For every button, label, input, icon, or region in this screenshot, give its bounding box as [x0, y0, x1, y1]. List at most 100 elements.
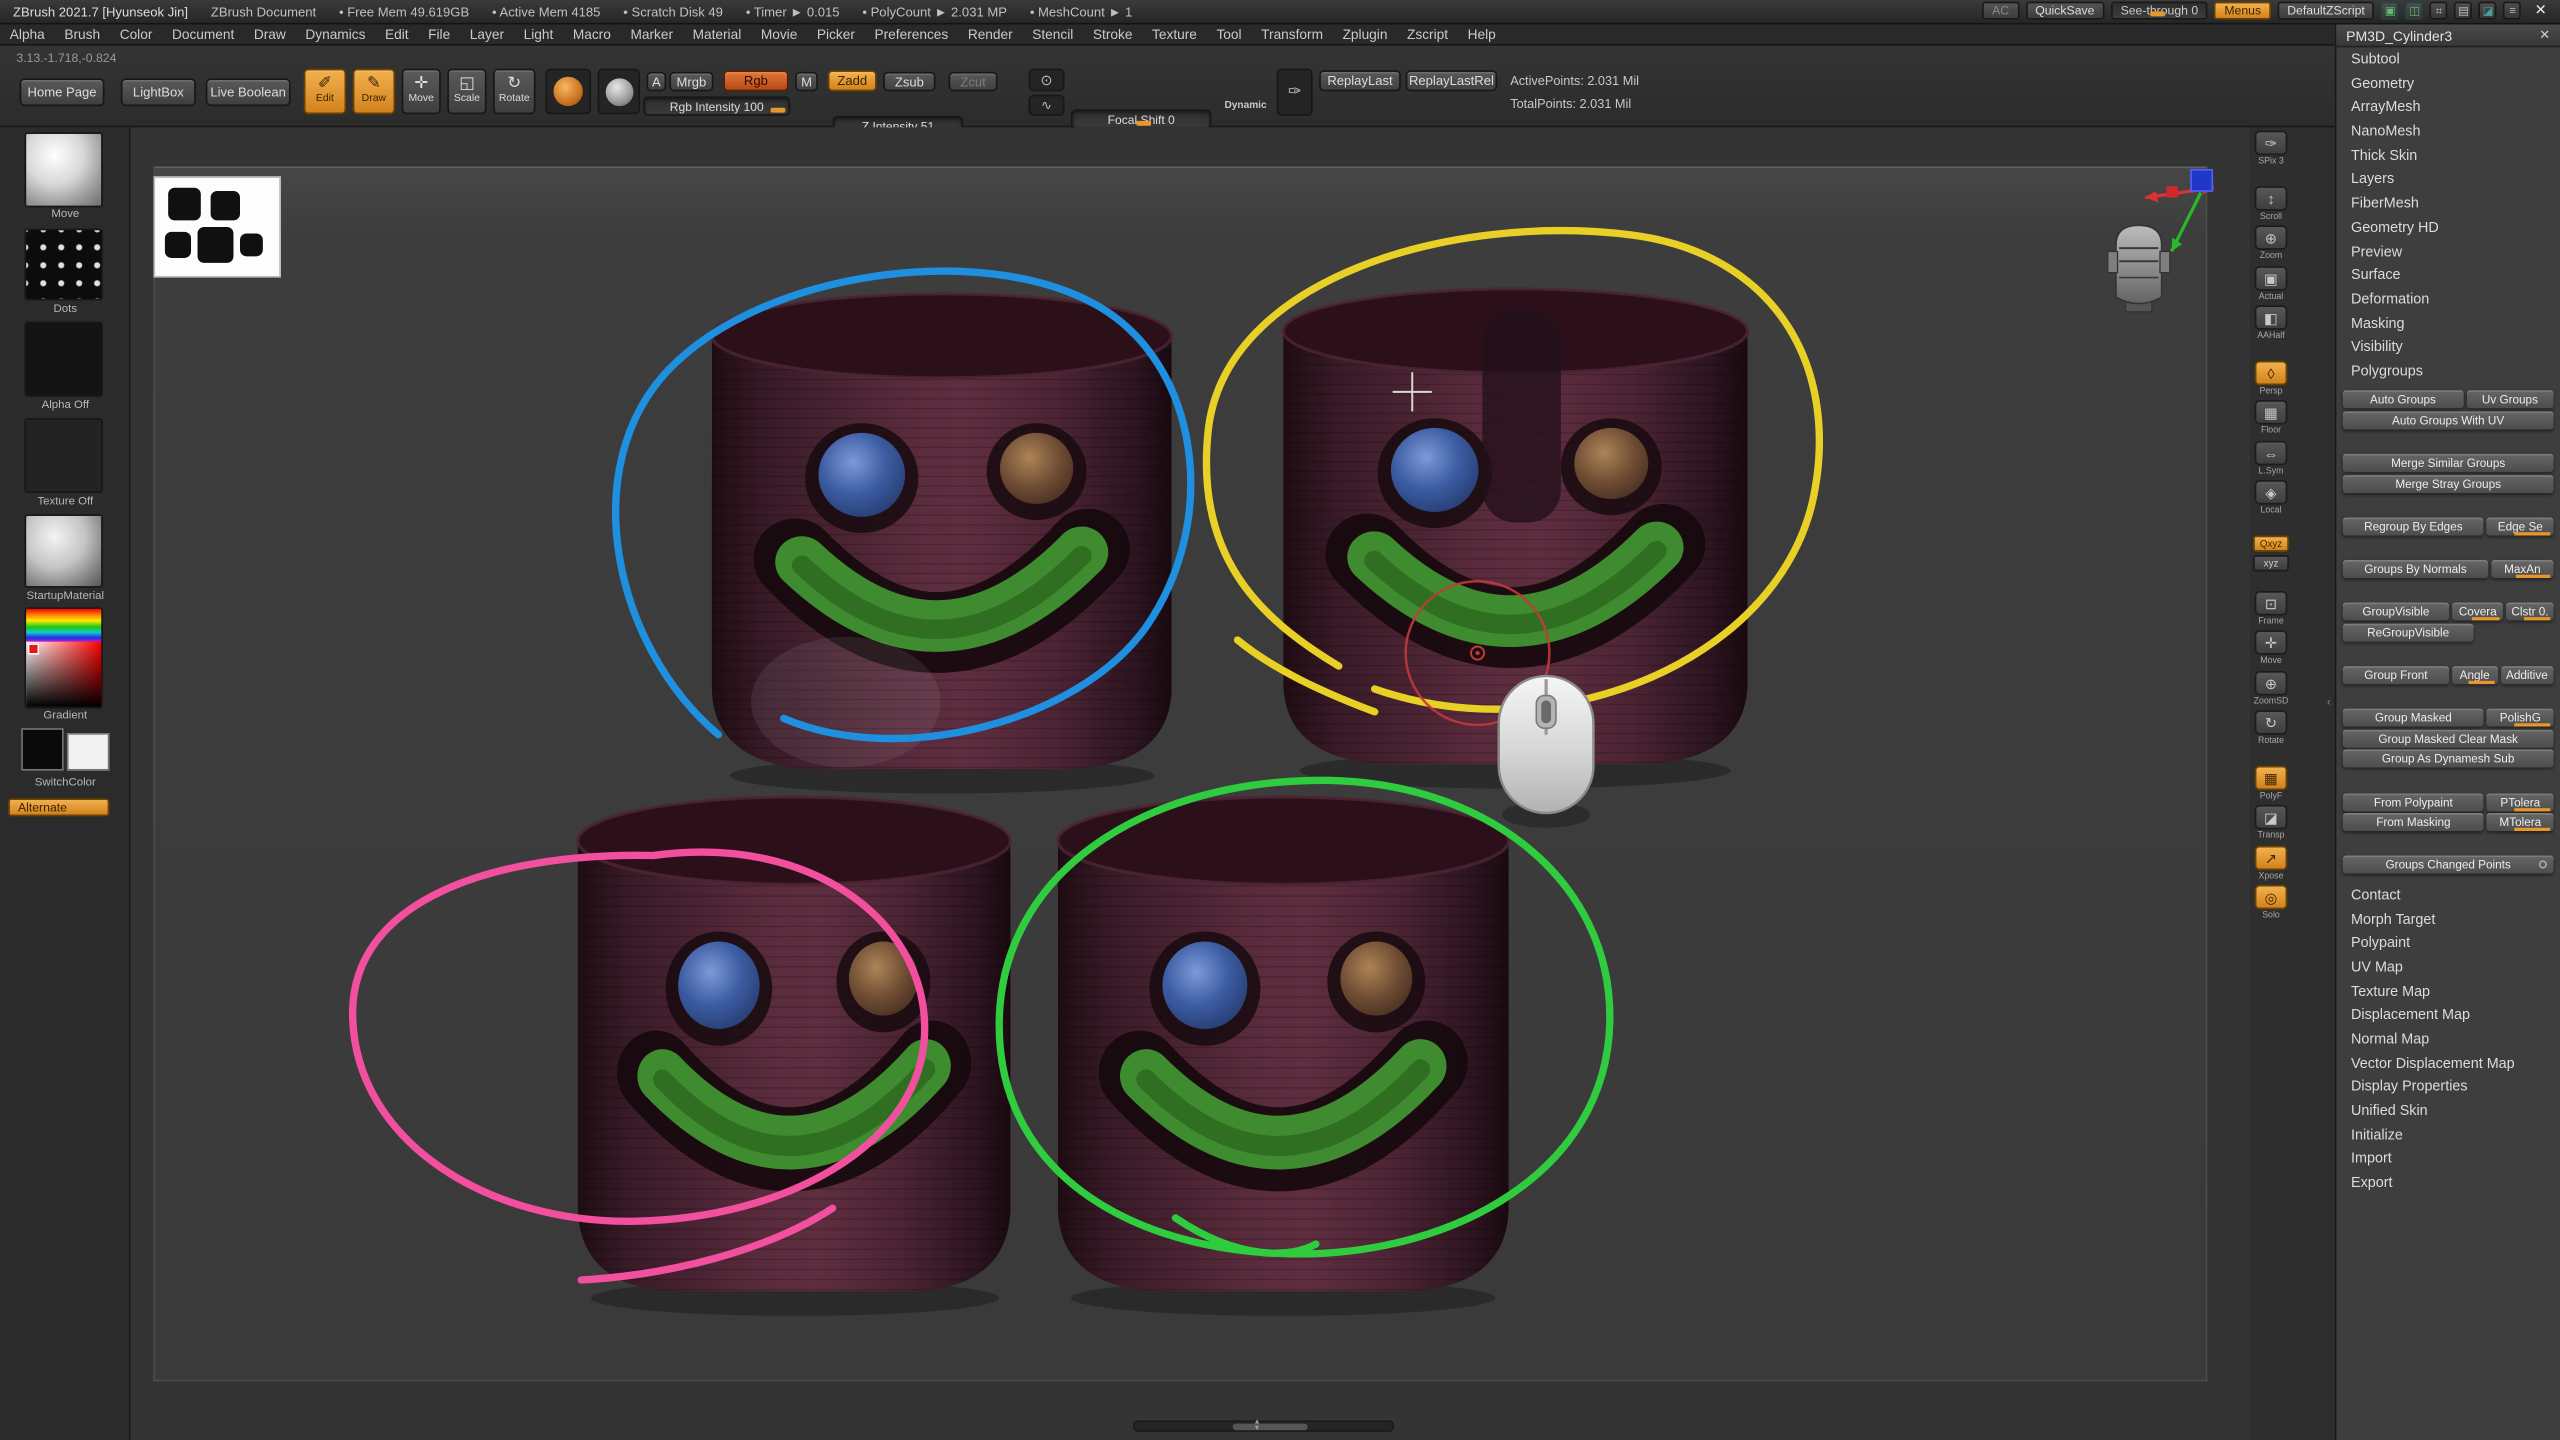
hue-strip[interactable]	[26, 609, 101, 642]
menu-item-zscript[interactable]: Zscript	[1397, 26, 1458, 42]
max-angle-slider[interactable]: MaxAn	[2491, 560, 2553, 578]
tray-resize-handle[interactable]: ‹	[2323, 686, 2334, 722]
stroke-picker-thumbnail[interactable]	[24, 229, 102, 301]
menu-item-macro[interactable]: Macro	[563, 26, 621, 42]
primary-color-swatch[interactable]	[21, 728, 63, 770]
tray-toggle-arrows[interactable]: ▲▼	[1253, 1419, 1260, 1432]
menu-item-stencil[interactable]: Stencil	[1022, 26, 1083, 42]
home-page-button[interactable]: Home Page	[20, 78, 105, 106]
menu-item-stroke[interactable]: Stroke	[1083, 26, 1142, 42]
right-shelf-qxyz[interactable]: Qxyz	[2253, 535, 2289, 551]
right-shelf-xpose[interactable]: ↗Xpose	[2253, 845, 2289, 881]
alpha-picker-thumbnail[interactable]	[24, 322, 102, 397]
section-deformation[interactable]: Deformation	[2336, 287, 2560, 311]
camera-gnomon-head[interactable]	[2108, 225, 2170, 312]
viewport-canvas[interactable]	[131, 127, 2250, 1440]
replay-last-rel-button[interactable]: ReplayLastRel	[1406, 70, 1497, 91]
merge-stray-groups-button[interactable]: Merge Stray Groups	[2343, 474, 2554, 492]
right-shelf-persp[interactable]: ◊Persp	[2253, 360, 2289, 396]
section-normal-map[interactable]: Normal Map	[2336, 1027, 2560, 1051]
right-shelf-frame[interactable]: ⊡Frame	[2253, 590, 2289, 626]
section-morph-target[interactable]: Morph Target	[2336, 907, 2560, 931]
groups-changed-points-radio[interactable]	[2539, 861, 2547, 869]
group-front-button[interactable]: Group Front	[2343, 666, 2449, 684]
menu-item-alpha[interactable]: Alpha	[0, 26, 55, 42]
saturation-square[interactable]	[26, 642, 101, 707]
section-subtool[interactable]: Subtool	[2336, 47, 2560, 71]
regroup-visible-button[interactable]: ReGroupVisible	[2343, 623, 2474, 641]
section-thick-skin[interactable]: Thick Skin	[2336, 143, 2560, 167]
scrollbar-handle[interactable]	[1233, 1424, 1308, 1431]
zadd-button[interactable]: Zadd	[828, 70, 877, 91]
section-unified-skin[interactable]: Unified Skin	[2336, 1099, 2560, 1123]
slider-config-icon[interactable]: ≡	[2504, 2, 2522, 20]
scale-mode-button[interactable]: ◱Scale	[447, 69, 486, 115]
right-shelf-zoomsd[interactable]: ⊕ZoomSD	[2253, 670, 2289, 706]
live-boolean-button[interactable]: Live Boolean	[206, 78, 291, 106]
right-shelf-transp[interactable]: ◪Transp	[2253, 805, 2289, 841]
section-masking[interactable]: Masking	[2336, 311, 2560, 335]
right-shelf-scroll[interactable]: ↕Scroll	[2253, 185, 2289, 221]
auto-groups-with-uv-button[interactable]: Auto Groups With UV	[2343, 411, 2554, 429]
menu-item-color[interactable]: Color	[110, 26, 162, 42]
replay-last-button[interactable]: ReplayLast	[1319, 70, 1401, 91]
close-icon[interactable]: ✕	[2539, 28, 2550, 43]
section-initialize[interactable]: Initialize	[2336, 1123, 2560, 1147]
additive-toggle[interactable]: Additive	[2500, 666, 2553, 684]
section-displacement-map[interactable]: Displacement Map	[2336, 1003, 2560, 1027]
group-masked-button[interactable]: Group Masked	[2343, 709, 2484, 727]
default-zscript-button[interactable]: DefaultZScript	[2277, 2, 2374, 20]
quicksave-button[interactable]: QuickSave	[2025, 2, 2104, 20]
section-surface[interactable]: Surface	[2336, 263, 2560, 287]
lightbox-button[interactable]: LightBox	[121, 78, 196, 106]
uv-groups-button[interactable]: Uv Groups	[2466, 391, 2553, 409]
merge-similar-groups-button[interactable]: Merge Similar Groups	[2343, 454, 2554, 472]
menu-item-preferences[interactable]: Preferences	[865, 26, 958, 42]
menu-item-picker[interactable]: Picker	[807, 26, 865, 42]
a-button[interactable]: A	[647, 72, 667, 92]
canvas-horizontal-scrollbar[interactable]: ▲▼	[1133, 1420, 1394, 1431]
section-layers[interactable]: Layers	[2336, 167, 2560, 191]
menu-item-marker[interactable]: Marker	[621, 26, 683, 42]
right-shelf-solo[interactable]: ◎Solo	[2253, 885, 2289, 921]
menu-item-brush[interactable]: Brush	[55, 26, 110, 42]
section-uv-map[interactable]: UV Map	[2336, 955, 2560, 979]
section-export[interactable]: Export	[2336, 1171, 2560, 1195]
m-tolerance-slider[interactable]: MTolera	[2487, 813, 2553, 831]
grid-icon[interactable]: ⌗	[2430, 2, 2448, 20]
brush-picker-thumbnail[interactable]	[24, 132, 102, 207]
right-shelf-polyf[interactable]: ▦PolyF	[2253, 765, 2289, 801]
menu-item-light[interactable]: Light	[514, 26, 563, 42]
section-preview[interactable]: Preview	[2336, 239, 2560, 263]
section-nanomesh[interactable]: NanoMesh	[2336, 119, 2560, 143]
section-geometry-hd[interactable]: Geometry HD	[2336, 215, 2560, 239]
rgb-button[interactable]: Rgb	[723, 70, 788, 91]
section-polypaint[interactable]: Polypaint	[2336, 931, 2560, 955]
angle-slider[interactable]: Angle	[2452, 666, 2497, 684]
dynamic-label[interactable]: Dynamic	[1224, 100, 1266, 111]
section-visibility[interactable]: Visibility	[2336, 335, 2560, 359]
menu-item-zplugin[interactable]: Zplugin	[1333, 26, 1397, 42]
section-contact[interactable]: Contact	[2336, 883, 2560, 907]
rotate-mode-button[interactable]: ↻Rotate	[493, 69, 535, 115]
section-polygroups[interactable]: Polygroups	[2336, 359, 2560, 383]
groups-changed-points-button[interactable]: Groups Changed Points	[2343, 856, 2554, 874]
group-as-dynamesh-sub-button[interactable]: Group As Dynamesh Sub	[2343, 750, 2554, 768]
menu-item-document[interactable]: Document	[162, 26, 244, 42]
right-shelf-floor[interactable]: ▦Floor	[2253, 400, 2289, 436]
ac-button[interactable]: AC	[1982, 2, 2019, 20]
menu-item-edit[interactable]: Edit	[375, 26, 418, 42]
list-icon[interactable]: ▤	[2455, 2, 2473, 20]
edit-mode-button[interactable]: ✐Edit	[304, 69, 346, 115]
rgb-intensity-slider[interactable]: Rgb Intensity 100	[643, 96, 790, 116]
see-through-notch[interactable]	[2150, 11, 2165, 16]
zcut-button[interactable]: Zcut	[949, 72, 998, 92]
close-window-icon[interactable]: ✕	[2528, 2, 2553, 20]
lazy-mouse-icon[interactable]: ✑	[1277, 69, 1313, 116]
stroke-curve-icon[interactable]: ⊙	[1029, 69, 1065, 92]
m-button[interactable]: M	[795, 72, 818, 92]
menu-item-texture[interactable]: Texture	[1142, 26, 1206, 42]
right-shelf-move[interactable]: ✛Move	[2253, 630, 2289, 666]
document-thumbnail[interactable]	[153, 176, 280, 277]
groups-by-normals-button[interactable]: Groups By Normals	[2343, 560, 2488, 578]
